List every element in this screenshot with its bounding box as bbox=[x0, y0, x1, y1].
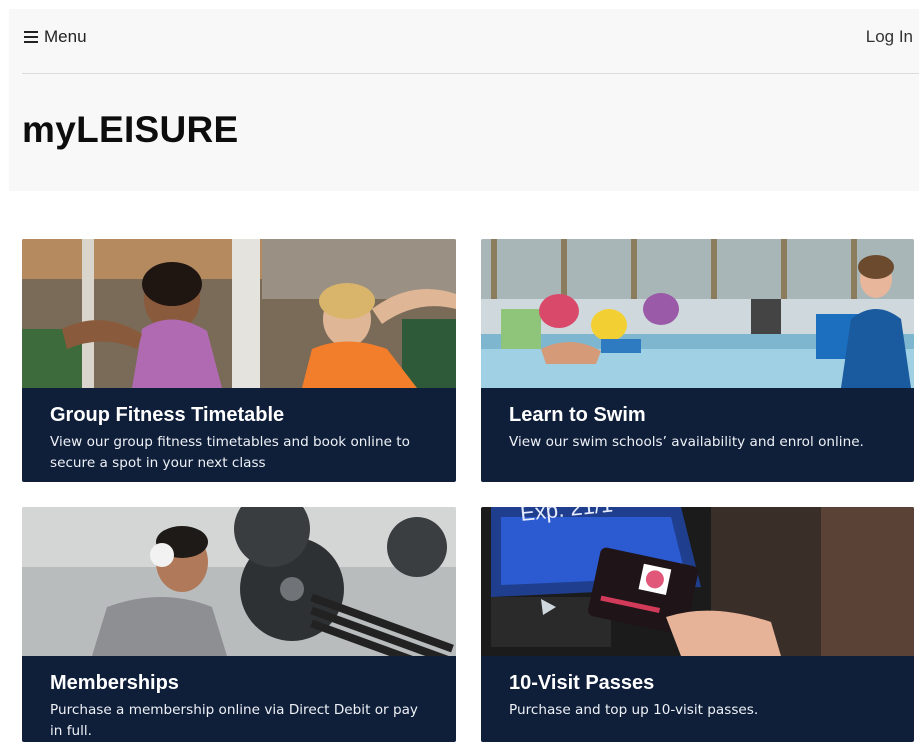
card-description: Purchase a membership online via Direct … bbox=[50, 702, 418, 739]
visit-passes-card[interactable]: Exp. 21/1 10-Visit Passes Purchase and t… bbox=[481, 507, 914, 742]
site-header: Menu Log In myLEISURE bbox=[9, 9, 919, 191]
card-description: View our group fitness timetables and bo… bbox=[50, 434, 410, 471]
login-link[interactable]: Log In bbox=[866, 25, 913, 49]
menu-button[interactable]: Menu bbox=[24, 25, 87, 49]
learn-to-swim-card[interactable]: Learn to Swim View our swim schools’ ava… bbox=[481, 239, 914, 482]
card-title: Group Fitness Timetable bbox=[50, 404, 285, 426]
card-description: Purchase and top up 10-visit passes. bbox=[509, 702, 759, 718]
card-title: Learn to Swim bbox=[509, 404, 646, 426]
page-title: myLEISURE bbox=[22, 109, 239, 150]
card-body: Group Fitness Timetable View our group f… bbox=[22, 388, 456, 482]
card-body: Memberships Purchase a membership online… bbox=[22, 656, 456, 742]
hamburger-icon bbox=[24, 31, 38, 43]
group-fitness-image bbox=[22, 239, 456, 388]
swim-lesson-image bbox=[481, 239, 914, 388]
gym-weights-image bbox=[22, 507, 456, 656]
menu-label: Menu bbox=[44, 27, 87, 46]
access-card-image: Exp. 21/1 bbox=[481, 507, 914, 656]
card-body: Learn to Swim View our swim schools’ ava… bbox=[481, 388, 914, 482]
group-fitness-card[interactable]: Group Fitness Timetable View our group f… bbox=[22, 239, 456, 482]
card-title: 10-Visit Passes bbox=[509, 672, 655, 694]
memberships-card[interactable]: Memberships Purchase a membership online… bbox=[22, 507, 456, 742]
card-body: 10-Visit Passes Purchase and top up 10-v… bbox=[481, 656, 914, 742]
top-bar: Menu Log In bbox=[22, 9, 919, 74]
card-title: Memberships bbox=[50, 672, 179, 694]
card-description: View our swim schools’ availability and … bbox=[509, 434, 864, 450]
